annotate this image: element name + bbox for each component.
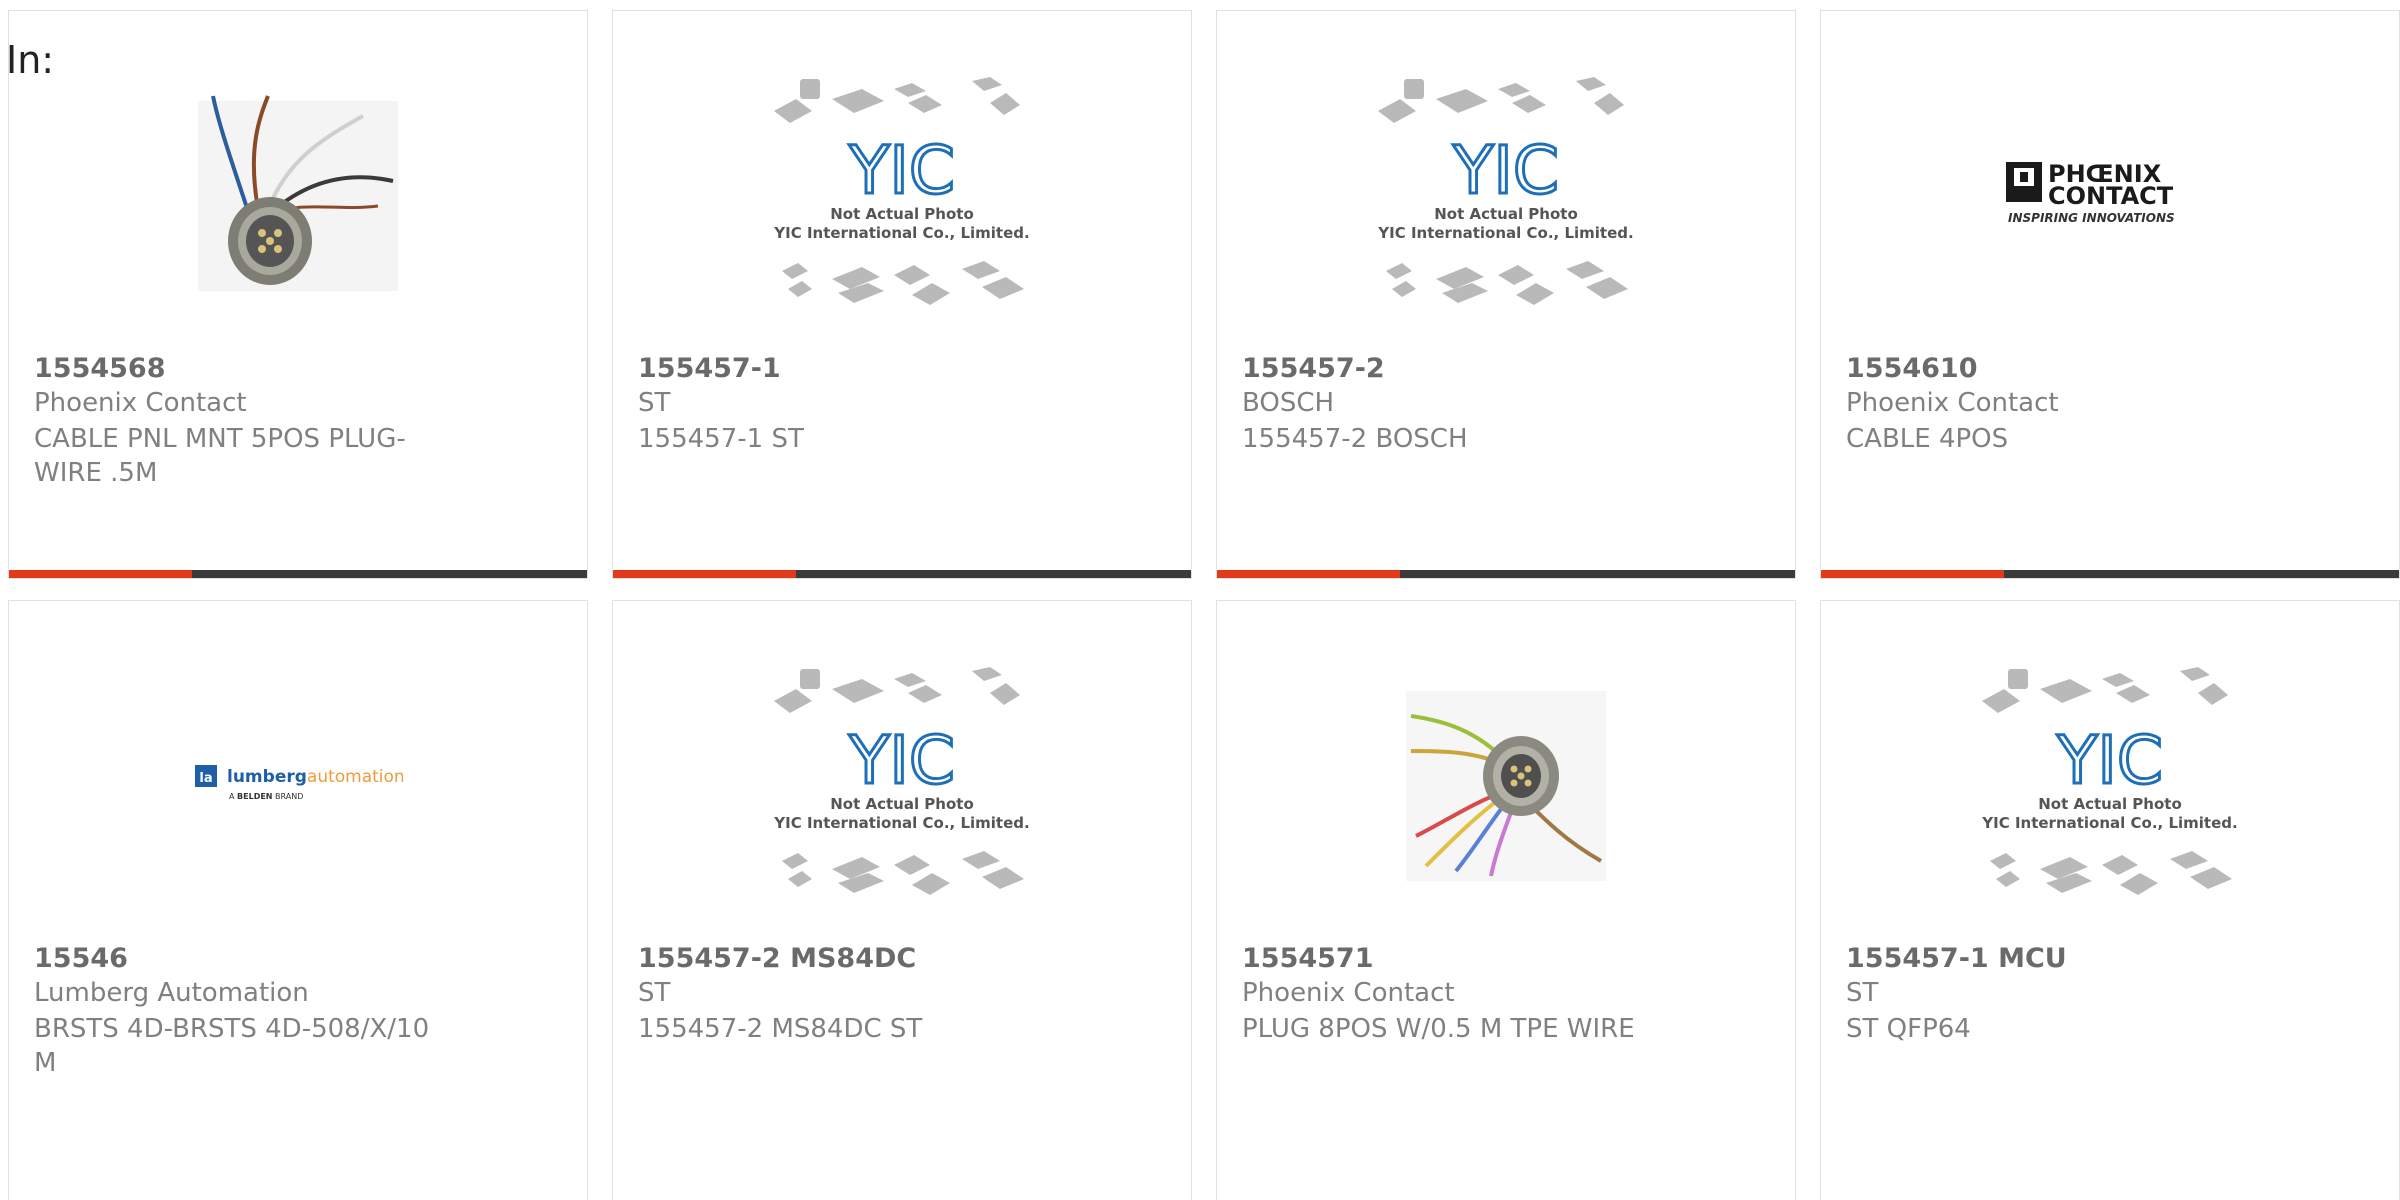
connector-wires-photo: [198, 95, 398, 291]
product-image: YIC Not Actual Photo YIC International C…: [613, 71, 1191, 321]
product-card[interactable]: la lumbergautomation A BELDEN BRAND 1554…: [8, 600, 588, 1200]
description: PLUG 8POS W/0.5 M TPE WIRE: [1242, 1014, 1635, 1044]
svg-text:CONTACT: CONTACT: [2048, 182, 2174, 210]
manufacturer: Phoenix Contact: [1846, 388, 2059, 418]
description: ST QFP64: [1846, 1014, 1971, 1044]
svg-text:Not Actual Photo: Not Actual Photo: [2038, 795, 2182, 813]
filter-label: In:: [6, 38, 55, 82]
manufacturer: ST: [638, 978, 671, 1008]
product-image: la lumbergautomation A BELDEN BRAND: [9, 661, 587, 911]
manufacturer: ST: [1846, 978, 1879, 1008]
svg-text:YIC International Co., Limited: YIC International Co., Limited.: [773, 814, 1029, 832]
part-number[interactable]: 155457-2 MS84DC: [638, 943, 916, 974]
card-accent: [1217, 570, 1400, 578]
card-accent: [9, 570, 192, 578]
product-grid: 1554568 Phoenix Contact CABLE PNL MNT 5P…: [0, 0, 2400, 1200]
description: 155457-2 MS84DC ST: [638, 1014, 923, 1044]
connector-colored-wires-photo: [1406, 691, 1606, 881]
yic-placeholder-image: YIC Not Actual Photo YIC International C…: [773, 77, 1030, 305]
svg-text:INSPIRING INNOVATIONS: INSPIRING INNOVATIONS: [2008, 211, 2175, 225]
card-footer-bar: [1821, 570, 2399, 578]
svg-text:Not Actual Photo: Not Actual Photo: [830, 205, 974, 223]
manufacturer: BOSCH: [1242, 388, 1335, 418]
card-footer-bar: [613, 570, 1191, 578]
product-card[interactable]: YIC Not Actual Photo YIC International C…: [612, 10, 1192, 579]
part-number[interactable]: 1554568: [34, 353, 166, 384]
svg-text:YIC International Co., Limited: YIC International Co., Limited.: [1377, 224, 1633, 242]
description: BRSTS 4D-BRSTS 4D-508/X/10 M: [34, 1014, 430, 1078]
phoenix-contact-logo: PHŒNIX CONTACT INSPIRING INNOVATIONS: [2006, 160, 2175, 225]
product-image: YIC Not Actual Photo YIC International C…: [1217, 71, 1795, 321]
card-footer-bar: [9, 570, 587, 578]
product-card[interactable]: 1554571 Phoenix Contact PLUG 8POS W/0.5 …: [1216, 600, 1796, 1200]
svg-text:lumbergautomation: lumbergautomation: [227, 767, 403, 787]
product-image: YIC Not Actual Photo YIC International C…: [613, 661, 1191, 911]
product-image: [9, 71, 587, 321]
lumberg-automation-logo: la lumbergautomation A BELDEN BRAND: [195, 765, 403, 801]
product-card[interactable]: PHŒNIX CONTACT INSPIRING INNOVATIONS 155…: [1820, 10, 2400, 579]
part-number[interactable]: 155457-1: [638, 353, 781, 384]
svg-text:YIC International Co., Limited: YIC International Co., Limited.: [773, 224, 1029, 242]
product-image: [1217, 661, 1795, 911]
svg-text:A BELDEN BRAND: A BELDEN BRAND: [229, 792, 303, 801]
svg-text:YIC: YIC: [848, 132, 955, 209]
manufacturer: Lumberg Automation: [34, 978, 309, 1008]
part-number[interactable]: 15546: [34, 943, 128, 974]
card-accent: [613, 570, 796, 578]
description: CABLE 4POS: [1846, 424, 2009, 454]
product-image: PHŒNIX CONTACT INSPIRING INNOVATIONS: [1821, 71, 2399, 321]
part-number[interactable]: 155457-1 MCU: [1846, 943, 2067, 974]
yic-placeholder-image: YIC Not Actual Photo YIC International C…: [1377, 77, 1634, 305]
svg-text:YIC: YIC: [848, 722, 955, 799]
part-number[interactable]: 1554571: [1242, 943, 1374, 974]
yic-placeholder-image: YIC Not Actual Photo YIC International C…: [1981, 667, 2238, 895]
svg-text:Not Actual Photo: Not Actual Photo: [830, 795, 974, 813]
description: 155457-2 BOSCH: [1242, 424, 1468, 454]
svg-text:YIC: YIC: [2056, 722, 2163, 799]
card-footer-bar: [1217, 570, 1795, 578]
product-card[interactable]: YIC Not Actual Photo YIC International C…: [1216, 10, 1796, 579]
product-card[interactable]: YIC Not Actual Photo YIC International C…: [1820, 600, 2400, 1200]
part-number[interactable]: 155457-2: [1242, 353, 1385, 384]
yic-placeholder-image: YIC Not Actual Photo YIC International C…: [773, 667, 1030, 895]
svg-text:YIC: YIC: [1452, 132, 1559, 209]
product-card[interactable]: 1554568 Phoenix Contact CABLE PNL MNT 5P…: [8, 10, 588, 579]
description: 155457-1 ST: [638, 424, 804, 454]
manufacturer: Phoenix Contact: [1242, 978, 1455, 1008]
manufacturer: ST: [638, 388, 671, 418]
product-card[interactable]: YIC Not Actual Photo YIC International C…: [612, 600, 1192, 1200]
svg-text:la: la: [199, 771, 212, 786]
description: CABLE PNL MNT 5POS PLUG-WIRE .5M: [34, 424, 406, 488]
manufacturer: Phoenix Contact: [34, 388, 247, 418]
part-number[interactable]: 1554610: [1846, 353, 1978, 384]
svg-text:YIC International Co., Limited: YIC International Co., Limited.: [1981, 814, 2237, 832]
product-image: YIC Not Actual Photo YIC International C…: [1821, 661, 2399, 911]
svg-text:Not Actual Photo: Not Actual Photo: [1434, 205, 1578, 223]
card-accent: [1821, 570, 2004, 578]
